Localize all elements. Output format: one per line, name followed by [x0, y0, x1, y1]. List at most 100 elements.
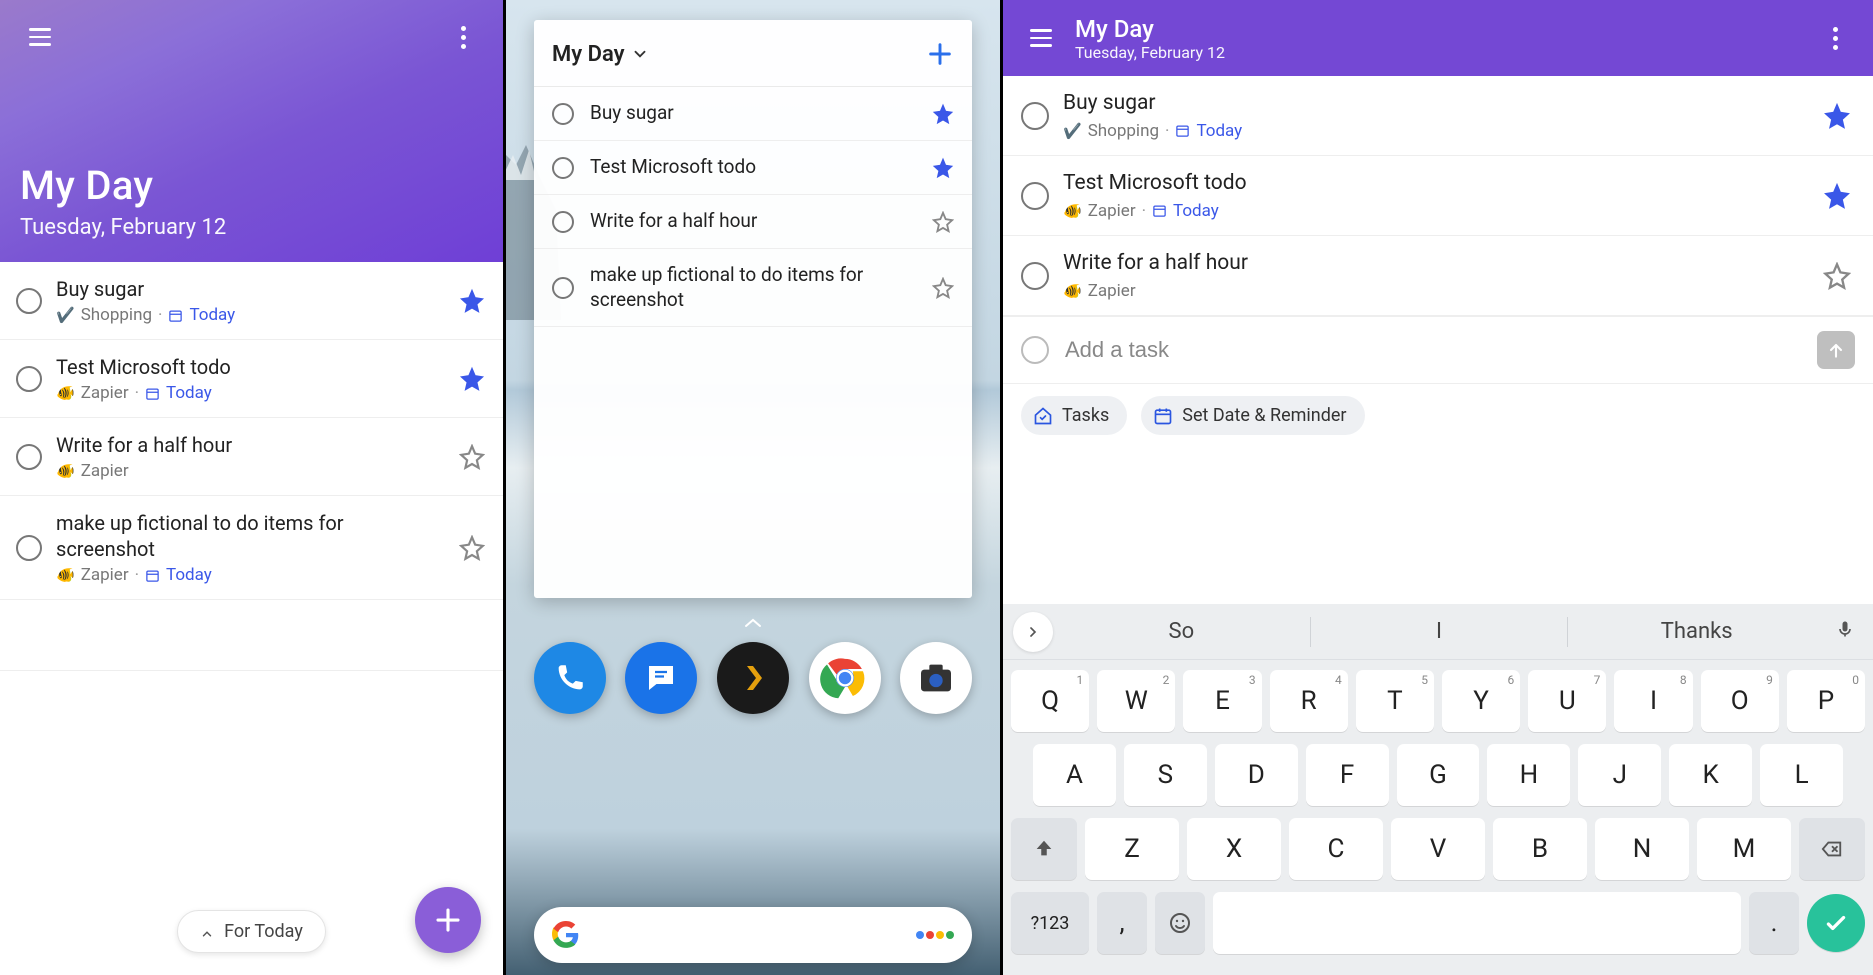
key-c[interactable]: C — [1289, 818, 1383, 880]
chrome-app-icon[interactable] — [809, 642, 881, 714]
star-button[interactable] — [459, 444, 485, 470]
key-symbols[interactable]: ?123 — [1011, 892, 1089, 954]
key-g[interactable]: G — [1397, 744, 1480, 806]
task-title: Write for a half hour — [1063, 250, 1809, 277]
complete-checkbox[interactable] — [1021, 102, 1049, 130]
star-button[interactable] — [459, 288, 485, 314]
star-button[interactable] — [1823, 182, 1851, 210]
key-q[interactable]: Q1 — [1011, 670, 1089, 732]
task-row[interactable]: Buy sugar ✔️ Shopping · Today — [0, 262, 503, 340]
voice-input-button[interactable] — [1825, 617, 1865, 647]
complete-checkbox[interactable] — [16, 535, 42, 561]
task-row[interactable]: Test Microsoft todo 🐠 Zapier · Today — [1003, 156, 1873, 236]
task-row[interactable]: Buy sugar ✔️ Shopping · Today — [1003, 76, 1873, 156]
camera-app-icon[interactable] — [900, 642, 972, 714]
key-v[interactable]: V — [1391, 818, 1485, 880]
key-shift[interactable] — [1011, 818, 1077, 880]
key-space[interactable] — [1213, 892, 1741, 954]
key-t[interactable]: T5 — [1356, 670, 1434, 732]
key-m[interactable]: M — [1697, 818, 1791, 880]
key-l[interactable]: L — [1760, 744, 1843, 806]
add-task-input[interactable] — [1065, 337, 1801, 363]
for-today-chip[interactable]: For Today — [177, 910, 326, 953]
key-r[interactable]: R4 — [1270, 670, 1348, 732]
submit-task-button[interactable] — [1817, 331, 1855, 369]
task-row[interactable]: Test Microsoft todo — [534, 141, 972, 195]
task-row[interactable]: make up fictional to do items for screen… — [0, 496, 503, 600]
key-emoji[interactable] — [1155, 892, 1205, 954]
task-title: Buy sugar — [1063, 90, 1809, 117]
complete-checkbox[interactable] — [16, 288, 42, 314]
phone-app-icon[interactable] — [534, 642, 606, 714]
complete-checkbox[interactable] — [552, 211, 574, 233]
key-h[interactable]: H — [1487, 744, 1570, 806]
key-b[interactable]: B — [1493, 818, 1587, 880]
key-d[interactable]: D — [1215, 744, 1298, 806]
add-task-fab[interactable] — [415, 887, 481, 953]
header: My Day Tuesday, February 12 — [0, 0, 503, 262]
key-s[interactable]: S — [1124, 744, 1207, 806]
tasks-chip[interactable]: Tasks — [1021, 396, 1127, 435]
task-row[interactable]: Buy sugar — [534, 87, 972, 141]
key-x[interactable]: X — [1187, 818, 1281, 880]
task-row[interactable]: Write for a half hour 🐠 Zapier — [0, 418, 503, 496]
complete-checkbox[interactable] — [16, 366, 42, 392]
todo-app-add-panel: My Day Tuesday, February 12 Buy sugar ✔️… — [1003, 0, 1873, 975]
key-enter[interactable] — [1807, 894, 1865, 952]
complete-checkbox[interactable] — [552, 277, 574, 299]
complete-checkbox[interactable] — [1021, 262, 1049, 290]
key-y[interactable]: Y6 — [1442, 670, 1520, 732]
todo-widget[interactable]: My Day Buy sugar Test Microsoft todo Wri… — [534, 20, 972, 598]
star-button[interactable] — [1823, 262, 1851, 290]
key-j[interactable]: J — [1578, 744, 1661, 806]
suggestion[interactable]: Thanks — [1568, 619, 1825, 644]
plex-app-icon[interactable] — [717, 642, 789, 714]
star-button[interactable] — [932, 103, 954, 125]
hamburger-menu-button[interactable] — [20, 17, 60, 57]
key-n[interactable]: N — [1595, 818, 1689, 880]
google-search-bar[interactable] — [534, 907, 972, 963]
key-period[interactable]: . — [1749, 892, 1799, 954]
key-backspace[interactable] — [1799, 818, 1865, 880]
complete-checkbox[interactable] — [16, 444, 42, 470]
task-row[interactable]: Write for a half hour — [534, 195, 972, 249]
task-row[interactable]: make up fictional to do items for screen… — [534, 249, 972, 327]
complete-checkbox[interactable] — [1021, 182, 1049, 210]
messages-app-icon[interactable] — [625, 642, 697, 714]
hamburger-menu-button[interactable] — [1021, 18, 1061, 58]
task-row[interactable]: Test Microsoft todo 🐠 Zapier · Today — [0, 340, 503, 418]
list-name: Shopping — [1088, 121, 1159, 141]
key-f[interactable]: F — [1306, 744, 1389, 806]
key-p[interactable]: P0 — [1787, 670, 1865, 732]
key-k[interactable]: K — [1669, 744, 1752, 806]
more-options-button[interactable] — [443, 17, 483, 57]
suggestion[interactable]: So — [1053, 619, 1310, 644]
key-e[interactable]: E3 — [1183, 670, 1261, 732]
widget-list-selector[interactable]: My Day — [552, 42, 649, 67]
suggestion[interactable]: I — [1311, 619, 1568, 644]
chip-label: Set Date & Reminder — [1182, 405, 1346, 426]
expand-suggestions-button[interactable] — [1013, 612, 1053, 652]
complete-checkbox[interactable] — [552, 103, 574, 125]
task-row[interactable]: Write for a half hour 🐠 Zapier — [1003, 236, 1873, 316]
complete-checkbox[interactable] — [1021, 336, 1049, 364]
star-button[interactable] — [932, 277, 954, 299]
star-button[interactable] — [1823, 102, 1851, 130]
key-i[interactable]: I8 — [1614, 670, 1692, 732]
key-comma[interactable]: , — [1097, 892, 1147, 954]
more-options-button[interactable] — [1815, 18, 1855, 58]
complete-checkbox[interactable] — [552, 157, 574, 179]
star-button[interactable] — [932, 211, 954, 233]
star-button[interactable] — [932, 157, 954, 179]
key-o[interactable]: O9 — [1701, 670, 1779, 732]
set-date-reminder-chip[interactable]: Set Date & Reminder — [1141, 396, 1364, 435]
star-button[interactable] — [459, 366, 485, 392]
star-button[interactable] — [459, 535, 485, 561]
key-u[interactable]: U7 — [1528, 670, 1606, 732]
assistant-icon[interactable] — [916, 931, 954, 939]
key-w[interactable]: W2 — [1097, 670, 1175, 732]
key-a[interactable]: A — [1033, 744, 1116, 806]
key-z[interactable]: Z — [1085, 818, 1179, 880]
page-date: Tuesday, February 12 — [20, 215, 226, 240]
widget-add-button[interactable] — [926, 40, 954, 68]
